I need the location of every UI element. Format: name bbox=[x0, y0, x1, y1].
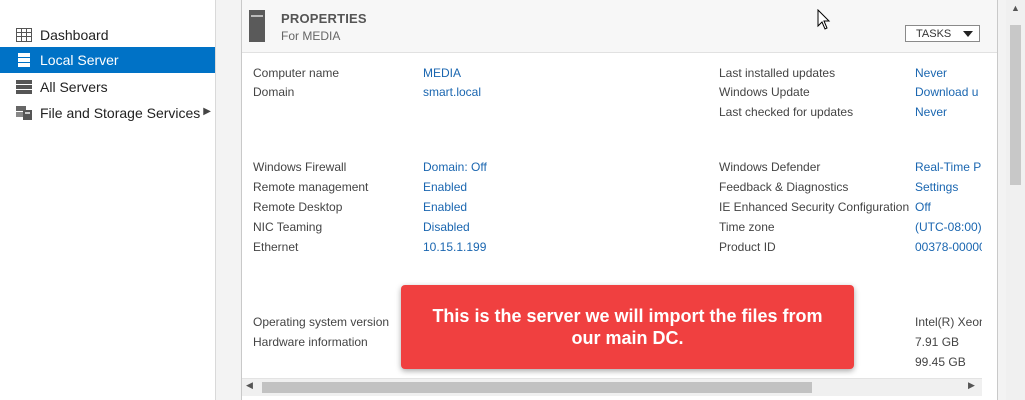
link-computer-name[interactable]: MEDIA bbox=[423, 66, 461, 80]
label-hardware-info: Hardware information bbox=[253, 335, 368, 349]
chevron-down-icon bbox=[963, 31, 973, 37]
sidebar-item-label: Dashboard bbox=[40, 27, 109, 43]
scroll-left-icon[interactable]: ◀ bbox=[246, 380, 253, 391]
local-server-icon bbox=[15, 51, 33, 69]
sidebar-item-local-server[interactable]: Local Server bbox=[0, 47, 215, 73]
label-computer-name: Computer name bbox=[253, 66, 340, 80]
link-windows-defender[interactable]: Real-Time Pr bbox=[915, 160, 982, 174]
label-product-id: Product ID bbox=[719, 240, 776, 254]
label-last-checked-updates: Last checked for updates bbox=[719, 105, 854, 119]
all-servers-icon bbox=[15, 78, 33, 96]
sidebar-item-label: File and Storage Services bbox=[40, 105, 201, 121]
label-feedback-diagnostics: Feedback & Diagnostics bbox=[719, 180, 849, 194]
link-nic-teaming[interactable]: Disabled bbox=[423, 220, 470, 234]
file-storage-icon bbox=[15, 104, 33, 122]
link-windows-update[interactable]: Download u bbox=[915, 85, 978, 99]
label-windows-defender: Windows Defender bbox=[719, 160, 821, 174]
link-product-id[interactable]: 00378-00000 bbox=[915, 240, 982, 254]
server-icon bbox=[249, 10, 265, 42]
horizontal-scrollbar[interactable]: ◀ ▶ bbox=[242, 378, 982, 396]
sidebar-item-label: All Servers bbox=[40, 79, 108, 95]
mouse-cursor-icon bbox=[817, 9, 831, 30]
label-windows-update: Windows Update bbox=[719, 85, 810, 99]
label-os-version: Operating system version bbox=[253, 315, 390, 329]
vertical-scroll-thumb[interactable] bbox=[1010, 25, 1021, 185]
label-ie-esc: IE Enhanced Security Configuration bbox=[719, 200, 910, 214]
sidebar-item-all-servers[interactable]: All Servers bbox=[0, 74, 215, 100]
annotation-callout: This is the server we will import the fi… bbox=[401, 285, 854, 369]
label-windows-firewall: Windows Firewall bbox=[253, 160, 347, 174]
label-last-installed-updates: Last installed updates bbox=[719, 66, 836, 80]
link-feedback-diagnostics[interactable]: Settings bbox=[915, 180, 958, 194]
sidebar-item-dashboard[interactable]: Dashboard bbox=[0, 22, 215, 48]
label-nic-teaming: NIC Teaming bbox=[253, 220, 323, 234]
value-processor: Intel(R) Xeon bbox=[915, 315, 982, 329]
link-ie-esc[interactable]: Off bbox=[915, 200, 931, 214]
sidebar-nav: Dashboard Local Server All Servers File … bbox=[0, 0, 216, 400]
tasks-label: TASKS bbox=[916, 27, 952, 40]
link-time-zone[interactable]: (UTC-08:00) bbox=[915, 220, 982, 234]
callout-text: This is the server we will import the fi… bbox=[432, 306, 823, 348]
dashboard-icon bbox=[15, 26, 33, 44]
page-title: PROPERTIES bbox=[281, 11, 367, 26]
value-memory: 7.91 GB bbox=[915, 335, 960, 349]
vertical-scrollbar[interactable]: ▲ bbox=[1006, 0, 1025, 400]
label-ethernet: Ethernet bbox=[253, 240, 299, 254]
horizontal-scroll-thumb[interactable] bbox=[262, 382, 812, 393]
page-subtitle: For MEDIA bbox=[281, 29, 341, 43]
link-remote-desktop[interactable]: Enabled bbox=[423, 200, 467, 214]
properties-header: PROPERTIES For MEDIA TASKS bbox=[242, 0, 997, 53]
link-domain[interactable]: smart.local bbox=[423, 85, 481, 99]
tasks-dropdown[interactable]: TASKS bbox=[905, 25, 980, 42]
chevron-right-icon[interactable]: ▶ bbox=[203, 106, 211, 117]
sidebar-item-label: Local Server bbox=[40, 52, 119, 68]
value-disk: 99.45 GB bbox=[915, 355, 966, 369]
link-ethernet[interactable]: 10.15.1.199 bbox=[423, 240, 486, 254]
link-remote-management[interactable]: Enabled bbox=[423, 180, 467, 194]
label-remote-management: Remote management bbox=[253, 180, 369, 194]
scroll-right-icon[interactable]: ▶ bbox=[968, 380, 975, 391]
link-last-checked-updates[interactable]: Never bbox=[915, 105, 947, 119]
link-windows-firewall[interactable]: Domain: Off bbox=[423, 160, 487, 174]
label-remote-desktop: Remote Desktop bbox=[253, 200, 343, 214]
link-last-installed-updates[interactable]: Never bbox=[915, 66, 947, 80]
scroll-up-icon[interactable]: ▲ bbox=[1011, 3, 1020, 13]
label-time-zone: Time zone bbox=[719, 220, 775, 234]
label-domain: Domain bbox=[253, 85, 295, 99]
sidebar-item-file-storage[interactable]: File and Storage Services ▶ bbox=[0, 100, 215, 126]
